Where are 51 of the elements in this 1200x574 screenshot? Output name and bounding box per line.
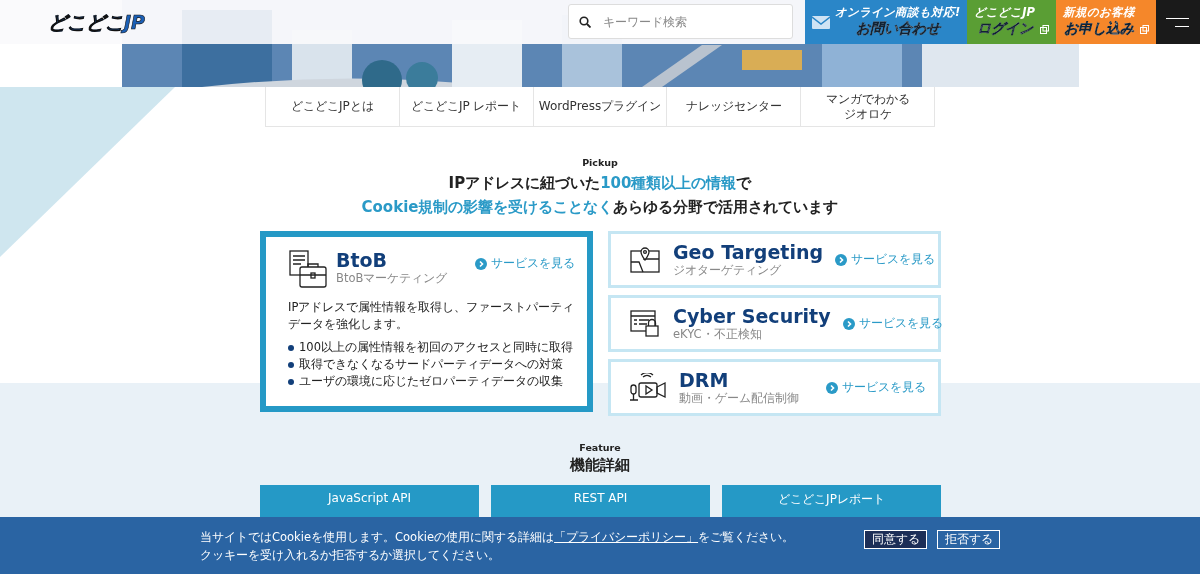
browser-lock-icon [629, 308, 661, 339]
arrow-circle-icon [835, 253, 848, 266]
envelope-icon [812, 15, 831, 29]
bullet-item: ユーザの環境に応じたゼロパーティデータの収集 [299, 373, 563, 390]
external-link-icon [1140, 25, 1149, 34]
section-eyebrow: Pickup [581, 157, 619, 168]
service-card[interactable]: DRM 動画・ゲーム配信制御 サービスを見る [608, 359, 941, 416]
bullet-item: 取得できなくなるサードパーティデータへの対策 [299, 356, 563, 373]
service-title: Cyber Security [673, 305, 831, 327]
contact-button[interactable]: オンライン商談も対応! お問い合わせ [805, 0, 968, 44]
service-card[interactable]: Cyber Security eKYC・不正検知 サービスを見る [608, 295, 941, 352]
service-title: DRM [679, 369, 730, 391]
apply-button[interactable]: 新規のお客様 お申し込み [1056, 0, 1156, 44]
service-link[interactable]: サービスを見る [842, 316, 943, 331]
video-camera-icon [629, 372, 667, 403]
service-card[interactable]: Geo Targeting ジオターゲティング サービスを見る [608, 231, 941, 288]
logo[interactable]: どこどこJP [46, 8, 151, 36]
map-pin-icon [629, 245, 661, 274]
service-subtitle: BtoBマーケティング [336, 271, 448, 286]
service-subtitle: 動画・ゲーム配信制御 [679, 391, 799, 406]
arrow-circle-icon [826, 381, 838, 394]
section-eyebrow: Feature [578, 442, 622, 453]
search-field[interactable]: キーワード検索 [568, 4, 794, 39]
service-subtitle: ジオターゲティング [673, 263, 781, 278]
bullet-item: 100以上の属性情報を初回のアクセスと同時に取得 [299, 339, 573, 356]
service-link[interactable]: サービスを見る [835, 252, 936, 267]
arrow-circle-icon [842, 317, 855, 330]
cookie-notice: クッキーを受け入れるか拒否するか選択してください。 [200, 546, 501, 564]
cookie-notice: 当サイトではCookieを使用します。Cookieの使用に関する詳細は「プライバシーポリシー」をご覧ください。 [200, 528, 796, 546]
external-link-icon [1040, 25, 1049, 34]
bullet-dot [288, 378, 294, 385]
arrow-circle-icon [475, 257, 487, 270]
menu-button[interactable] [1156, 0, 1200, 44]
service-description: IPアドレスで属性情報を取得し、ファーストパーティデータを強化します。 [288, 299, 575, 333]
bullet-dot [288, 361, 294, 368]
search-icon [579, 16, 592, 28]
headline: Cookie規制の影響を受けることなく あらゆる分野で活用されています [361, 197, 839, 218]
service-title: Geo Targeting [673, 241, 824, 263]
service-subtitle: eKYC・不正検知 [673, 327, 762, 342]
service-title: BtoB [336, 249, 389, 271]
service-card[interactable]: BtoB BtoBマーケティング サービスを見る IPアドレスで属性情報を取得し、ファーストパーティデータを強化します。 100以上の属性情報を初回のアクセスと同時に取得 取得できなくなるサードパーティデータへの対策 ユーザの環境に応じたゼロパーティデータの収集 [260, 231, 593, 412]
headline: IPアドレスに紐づいた100種類以上の情報で [448, 173, 752, 194]
reject-button[interactable]: 拒否する [937, 530, 1000, 549]
section-title: 機能詳細 [568, 456, 631, 475]
briefcase-document-icon [288, 249, 328, 289]
accept-button[interactable]: 同意する [864, 530, 927, 549]
service-link[interactable]: サービスを見る [826, 380, 926, 395]
login-button[interactable]: どこどこJP ログイン [967, 0, 1056, 44]
privacy-policy-link[interactable]: 「プライバシーポリシー」 [554, 529, 699, 544]
service-link[interactable]: サービスを見る [475, 256, 575, 271]
bullet-dot [288, 344, 294, 351]
